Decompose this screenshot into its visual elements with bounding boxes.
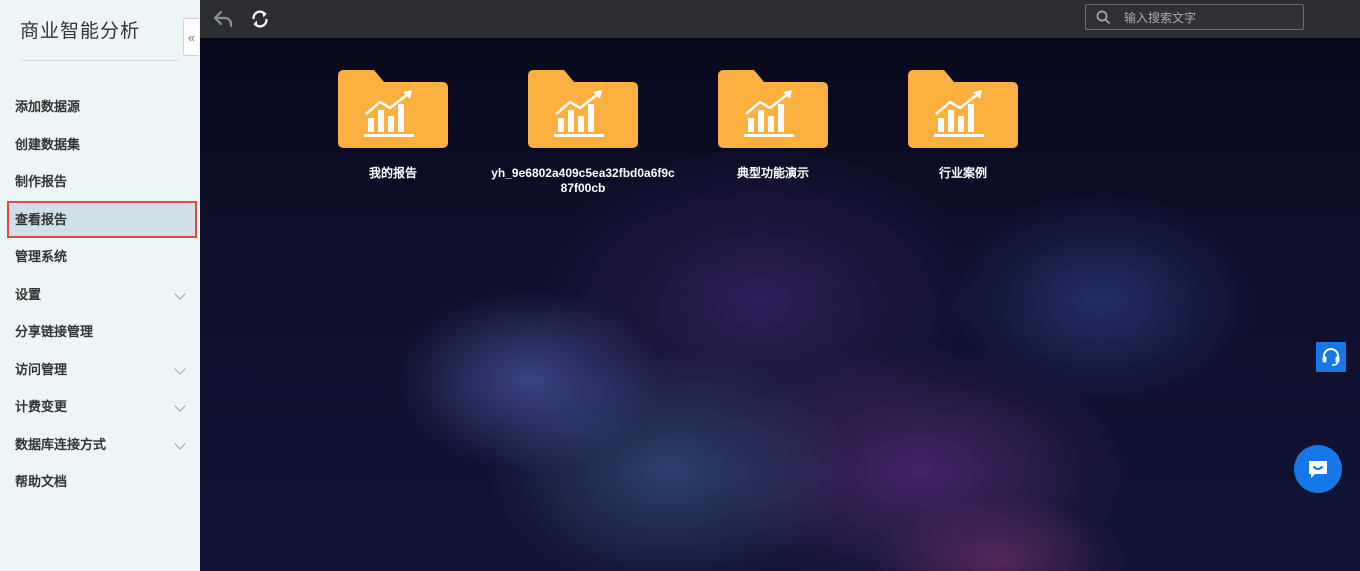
folder-my-reports[interactable]: 我的报告 bbox=[298, 70, 488, 181]
sidebar-item-label: 查看报告 bbox=[15, 211, 68, 227]
report-folder-icon bbox=[528, 70, 638, 148]
chat-button[interactable] bbox=[1294, 445, 1342, 493]
sidebar-item-settings[interactable]: 设置 bbox=[0, 276, 200, 314]
sidebar-menu: 添加数据源 创建数据集 制作报告 查看报告 管理系统 设置 分享链接管理 访问管… bbox=[0, 88, 200, 501]
chat-bubble-icon bbox=[1309, 461, 1327, 478]
refresh-button[interactable] bbox=[249, 8, 271, 30]
topbar bbox=[200, 0, 1360, 38]
search-icon bbox=[1096, 10, 1110, 24]
folder-industry-cases[interactable]: 行业案例 bbox=[868, 70, 1058, 181]
sidebar: 商业智能分析 « 添加数据源 创建数据集 制作报告 查看报告 管理系统 设置 分… bbox=[0, 0, 201, 571]
sidebar-item-label: 访问管理 bbox=[15, 361, 68, 377]
refresh-icon bbox=[252, 10, 268, 28]
sidebar-item-db-connection[interactable]: 数据库连接方式 bbox=[0, 426, 200, 464]
sidebar-item-label: 分享链接管理 bbox=[15, 324, 94, 339]
chevron-down-icon bbox=[174, 362, 186, 375]
sidebar-item-help-docs[interactable]: 帮助文档 bbox=[0, 463, 200, 501]
folder-label: 典型功能演示 bbox=[736, 166, 809, 180]
back-button[interactable] bbox=[212, 8, 234, 30]
sidebar-item-make-report[interactable]: 制作报告 bbox=[0, 163, 200, 201]
main-content: 我的报告 yh_9e6802a409c5ea32fbd0a6f9c87f00cb… bbox=[200, 0, 1360, 571]
sidebar-item-label: 添加数据源 bbox=[15, 99, 81, 114]
folder-label: 我的报告 bbox=[368, 166, 417, 180]
chevron-down-icon bbox=[174, 437, 186, 450]
folder-user-reports[interactable]: yh_9e6802a409c5ea32fbd0a6f9c87f00cb bbox=[488, 70, 678, 196]
chevron-down-icon bbox=[174, 400, 186, 412]
search-input[interactable] bbox=[1122, 5, 1301, 31]
report-folder-icon bbox=[338, 70, 448, 148]
sidebar-item-label: 创建数据集 bbox=[15, 136, 81, 152]
back-arrow-icon bbox=[213, 10, 233, 28]
chevron-down-icon bbox=[174, 287, 186, 300]
sidebar-item-label: 计费变更 bbox=[15, 399, 68, 414]
sidebar-item-share-links[interactable]: 分享链接管理 bbox=[0, 313, 200, 351]
search-box bbox=[1085, 4, 1304, 31]
double-chevron-left-icon: « bbox=[187, 29, 196, 45]
sidebar-item-label: 管理系统 bbox=[15, 249, 68, 264]
sidebar-item-label: 帮助文档 bbox=[15, 474, 68, 489]
app-title: 商业智能分析 bbox=[20, 21, 141, 42]
sidebar-item-create-dataset[interactable]: 创建数据集 bbox=[0, 126, 200, 164]
folder-label: 行业案例 bbox=[938, 166, 987, 180]
sidebar-item-label: 数据库连接方式 bbox=[15, 436, 107, 452]
folder-feature-demo[interactable]: 典型功能演示 bbox=[678, 70, 868, 181]
headset-icon bbox=[1322, 348, 1340, 366]
report-folder-icon bbox=[718, 70, 828, 148]
customer-support-button[interactable] bbox=[1316, 342, 1346, 372]
sidebar-item-billing[interactable]: 计费变更 bbox=[0, 388, 200, 426]
folder-label: yh_9e6802a409c5ea32fbd0a6f9c87f00cb bbox=[491, 166, 675, 195]
sidebar-item-label: 设置 bbox=[15, 286, 42, 302]
sidebar-item-access-management[interactable]: 访问管理 bbox=[0, 351, 200, 389]
title-divider bbox=[22, 60, 179, 61]
sidebar-item-label: 制作报告 bbox=[15, 174, 68, 189]
collapse-sidebar-button[interactable]: « bbox=[183, 18, 199, 56]
sidebar-item-add-datasource[interactable]: 添加数据源 bbox=[0, 88, 200, 126]
report-folder-icon bbox=[908, 70, 1018, 148]
sidebar-item-manage-system[interactable]: 管理系统 bbox=[0, 238, 200, 276]
sidebar-item-view-reports[interactable]: 查看报告 bbox=[7, 200, 197, 238]
